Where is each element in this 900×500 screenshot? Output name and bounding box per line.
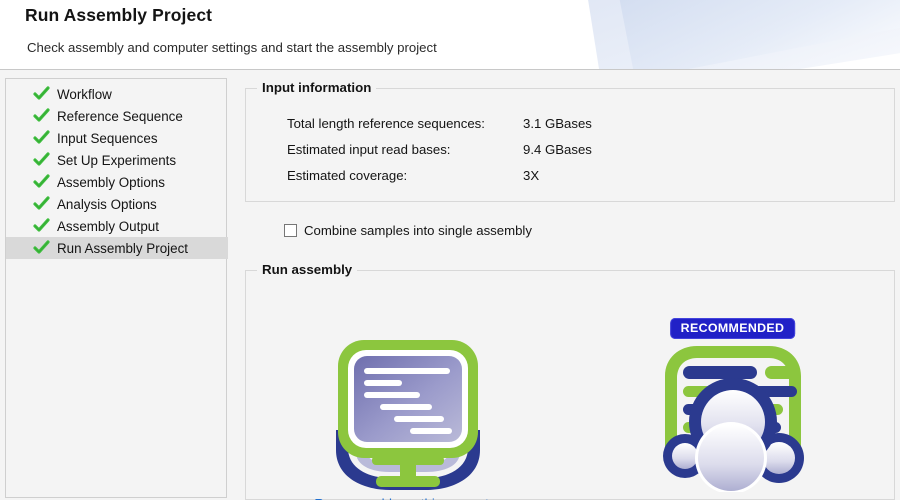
run-assembly-legend: Run assembly [257,262,358,277]
sidebar-item-set-up-experiments[interactable]: Set Up Experiments [6,149,228,171]
sidebar-item-label: Set Up Experiments [57,152,177,168]
workflow-step-sidebar: Workflow Reference Sequence Input Sequence… [5,78,228,498]
info-row-label: Total length reference sequences: [287,115,485,131]
check-icon [33,196,50,212]
check-icon [33,174,50,190]
check-icon [33,218,50,234]
sidebar-item-run-assembly-project[interactable]: Run Assembly Project [6,237,228,259]
check-icon [33,130,50,146]
sidebar-item-label: Assembly Output [57,218,159,234]
info-row-label: Estimated input read bases: [287,141,451,157]
sidebar-item-input-sequences[interactable]: Input Sequences [6,127,228,149]
combine-samples-row[interactable]: Combine samples into single assembly [284,223,532,238]
sidebar-item-label: Assembly Options [57,174,165,190]
page-subtitle: Check assembly and computer settings and… [27,40,437,55]
run-on-computer-link[interactable]: Run assembly on this computer [314,496,500,500]
info-row-value: 3X [523,167,540,183]
run-assembly-group: Run assembly RECOMMENDED [245,262,895,500]
run-assembly-options: Run assembly on this computer RECOMMENDE… [245,292,895,500]
sidebar-item-label: Workflow [57,86,112,102]
check-icon [33,108,50,124]
info-row: Estimated input read bases: 9.4 GBases [287,136,592,162]
sidebar-item-analysis-options[interactable]: Analysis Options [6,193,228,215]
sidebar-item-workflow[interactable]: Workflow [6,83,228,105]
sidebar-item-label: Input Sequences [57,130,158,146]
sidebar-item-label: Run Assembly Project [57,240,188,256]
check-icon [33,86,50,102]
header-divider [0,69,900,70]
computer-monitor-icon[interactable] [330,338,486,490]
combine-samples-checkbox[interactable] [284,224,297,237]
input-information-rows: Total length reference sequences: 3.1 GBa… [287,110,592,188]
sidebar-item-reference-sequence[interactable]: Reference Sequence [6,105,228,127]
sidebar-item-assembly-output[interactable]: Assembly Output [6,215,228,237]
workflow-step-list: Workflow Reference Sequence Input Sequence… [6,83,228,259]
input-information-legend: Input information [257,80,377,95]
run-assembly-project-page: Run Assembly Project Check assembly and … [0,0,900,500]
check-icon [33,152,50,168]
info-row-value: 9.4 GBases [523,141,592,157]
check-icon [33,240,50,256]
input-information-group: Input information Total length reference… [245,80,895,202]
cloud-upload-icon[interactable] [651,340,815,492]
page-title: Run Assembly Project [25,5,213,25]
sidebar-item-label: Reference Sequence [57,108,183,124]
combine-samples-label: Combine samples into single assembly [304,223,532,238]
recommended-badge: RECOMMENDED [669,318,796,339]
info-row-value: 3.1 GBases [523,115,592,131]
info-row: Estimated coverage: 3X [287,162,592,188]
run-on-cloud-option[interactable]: RECOMMENDED [570,292,895,500]
run-on-computer-option[interactable]: Run assembly on this computer [245,292,570,500]
sidebar-item-assembly-options[interactable]: Assembly Options [6,171,228,193]
sidebar-item-label: Analysis Options [57,196,157,212]
info-row-label: Estimated coverage: [287,167,408,183]
info-row: Total length reference sequences: 3.1 GBa… [287,110,592,136]
